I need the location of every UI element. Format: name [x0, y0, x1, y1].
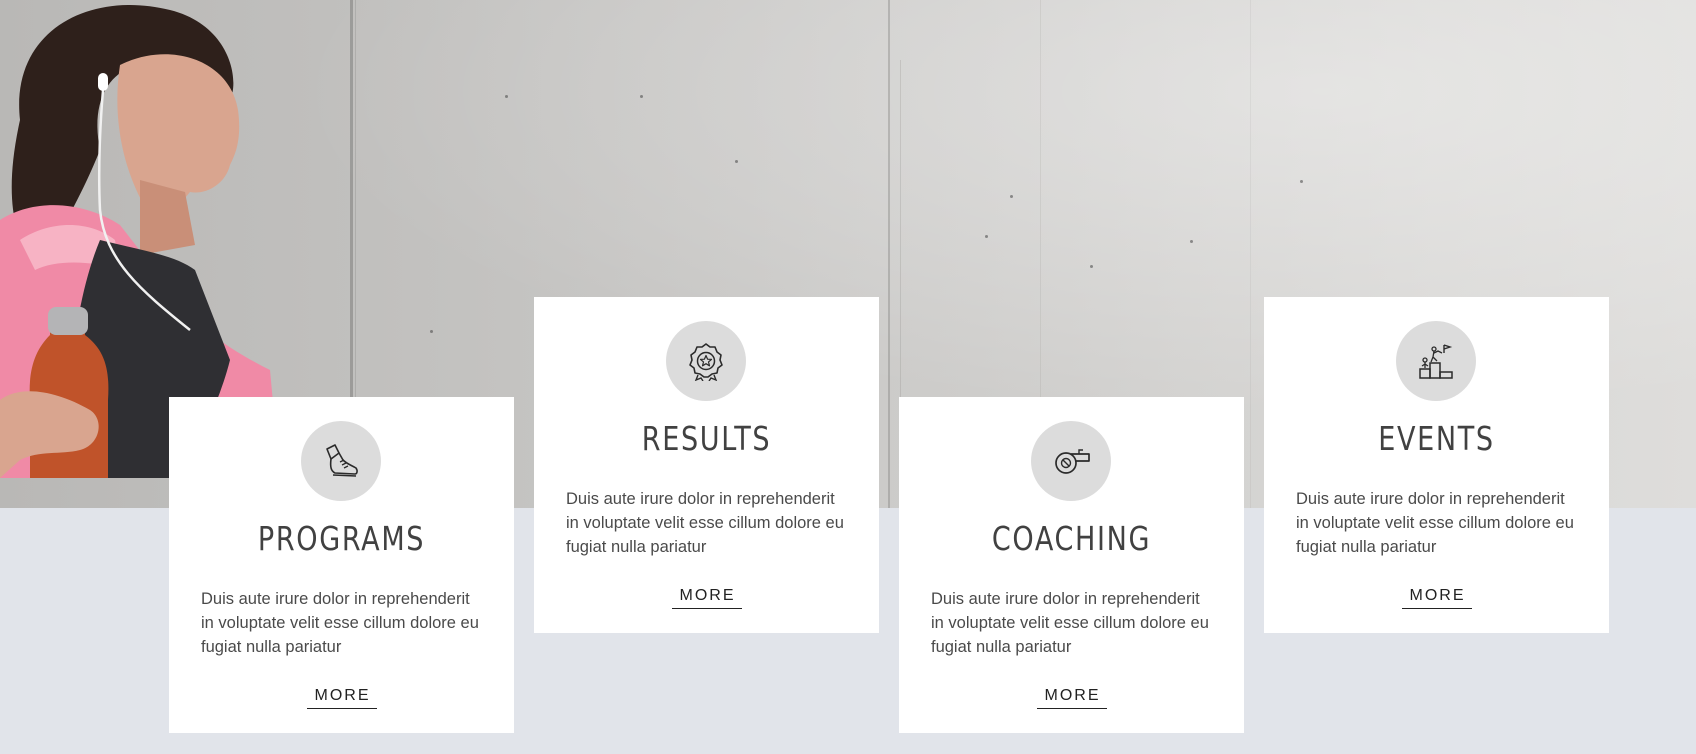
- card-description: Duis aute irure dolor in reprehenderit i…: [566, 490, 844, 556]
- icon-circle: [666, 321, 746, 401]
- card-coaching: COACHING Duis aute irure dolor in repreh…: [899, 397, 1244, 733]
- card-events: EVENTS Duis aute irure dolor in reprehen…: [1264, 297, 1609, 633]
- card-description: Duis aute irure dolor in reprehenderit i…: [201, 590, 479, 656]
- card-programs: PROGRAMS Duis aute irure dolor in repreh…: [169, 397, 514, 733]
- award-badge-icon: [689, 343, 723, 381]
- card-results: RESULTS Duis aute irure dolor in reprehe…: [534, 297, 879, 633]
- icon-circle: [301, 421, 381, 501]
- whistle-icon: [1055, 449, 1090, 474]
- icon-circle: [1396, 321, 1476, 401]
- card-title: RESULTS: [641, 419, 772, 458]
- icon-circle: [1031, 421, 1111, 501]
- running-shoe-icon: [326, 444, 358, 477]
- card-title: COACHING: [991, 519, 1152, 558]
- card-description: Duis aute irure dolor in reprehenderit i…: [1296, 490, 1574, 556]
- more-button[interactable]: MORE: [1401, 587, 1472, 609]
- more-button[interactable]: MORE: [306, 687, 377, 709]
- more-button[interactable]: MORE: [671, 587, 742, 609]
- more-button[interactable]: MORE: [1036, 687, 1107, 709]
- card-title: EVENTS: [1378, 419, 1495, 458]
- podium-icon: [1419, 344, 1453, 379]
- card-title: PROGRAMS: [257, 519, 426, 558]
- card-description: Duis aute irure dolor in reprehenderit i…: [931, 590, 1209, 656]
